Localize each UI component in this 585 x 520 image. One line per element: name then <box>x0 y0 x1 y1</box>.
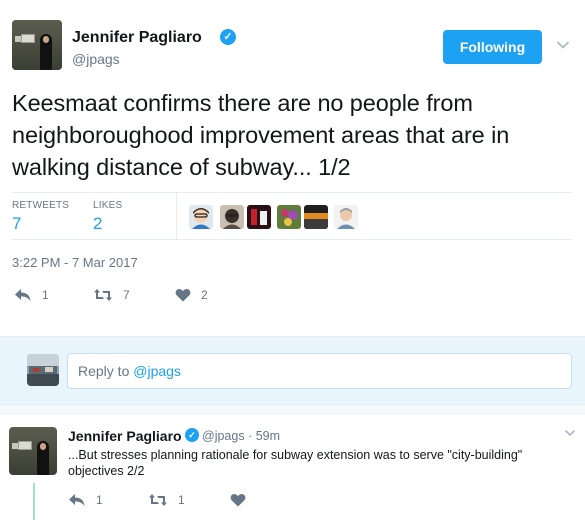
chevron-down-icon[interactable] <box>564 427 576 439</box>
stats-divider-top <box>12 192 572 193</box>
chevron-down-icon[interactable] <box>556 38 570 52</box>
main-tweet: Jennifer Pagliaro ✓ @jpags Following Kee… <box>0 0 585 336</box>
reply-icon <box>69 494 85 506</box>
reply-author-avatar[interactable] <box>9 427 57 475</box>
liker-avatar[interactable] <box>304 205 328 229</box>
retweet-icon <box>149 494 167 506</box>
reply-author-name[interactable]: Jennifer Pagliaro <box>68 428 182 444</box>
retweets-count[interactable]: 7 <box>12 214 21 234</box>
likes-count[interactable]: 2 <box>93 214 102 234</box>
retweet-action[interactable]: 7 <box>93 286 130 304</box>
reply-input[interactable]: Reply to @jpags <box>67 353 572 389</box>
author-avatar[interactable] <box>12 20 62 70</box>
heart-icon <box>175 289 191 302</box>
retweet-count: 1 <box>178 493 185 507</box>
author-handle[interactable]: @jpags <box>72 51 120 67</box>
stats-divider-vertical <box>176 192 177 239</box>
reply-prefix: Reply to <box>78 363 134 379</box>
liker-avatar[interactable] <box>277 205 301 229</box>
liker-avatar[interactable] <box>334 205 358 229</box>
retweets-label: RETWEETS <box>12 200 70 211</box>
retweet-action[interactable]: 1 <box>148 493 185 507</box>
tweet-text: Keesmaat confirms there are no people fr… <box>12 90 510 180</box>
section-separator <box>0 405 585 415</box>
reply-action[interactable]: 1 <box>68 493 103 507</box>
liker-avatar[interactable] <box>247 205 271 229</box>
reply-meta: @jpags · 59m <box>202 429 280 443</box>
reply-tweet: Jennifer Pagliaro ✓ @jpags · 59m ...But … <box>0 415 585 520</box>
heart-icon <box>230 494 246 507</box>
retweet-count: 7 <box>123 288 130 302</box>
thread-line <box>33 483 35 520</box>
meta-separator: · <box>248 429 253 443</box>
reply-time[interactable]: 59m <box>256 429 280 443</box>
reply-composer: Reply to @jpags <box>0 336 585 405</box>
verified-badge-icon: ✓ <box>185 428 199 442</box>
like-count: 2 <box>201 288 208 302</box>
retweet-icon <box>94 289 112 301</box>
following-button[interactable]: Following <box>443 30 542 64</box>
liker-avatar[interactable] <box>189 205 213 229</box>
reply-tweet-text: ...But stresses planning rationale for s… <box>68 448 523 478</box>
reply-mention: @jpags <box>133 363 181 379</box>
author-name[interactable]: Jennifer Pagliaro <box>72 29 202 47</box>
reply-count: 1 <box>96 493 103 507</box>
reply-count: 1 <box>42 288 49 302</box>
like-action[interactable] <box>230 493 246 507</box>
like-action[interactable]: 2 <box>175 286 208 304</box>
current-user-avatar[interactable] <box>27 354 59 386</box>
likes-label: LIKES <box>93 200 123 211</box>
verified-badge-icon: ✓ <box>220 29 236 45</box>
stats-divider-bottom <box>12 239 572 240</box>
reply-action[interactable]: 1 <box>14 286 49 304</box>
reply-author-handle[interactable]: @jpags <box>202 429 245 443</box>
tweet-timestamp[interactable]: 3:22 PM - 7 Mar 2017 <box>12 255 138 270</box>
liker-avatar[interactable] <box>220 205 244 229</box>
reply-icon <box>15 289 31 301</box>
